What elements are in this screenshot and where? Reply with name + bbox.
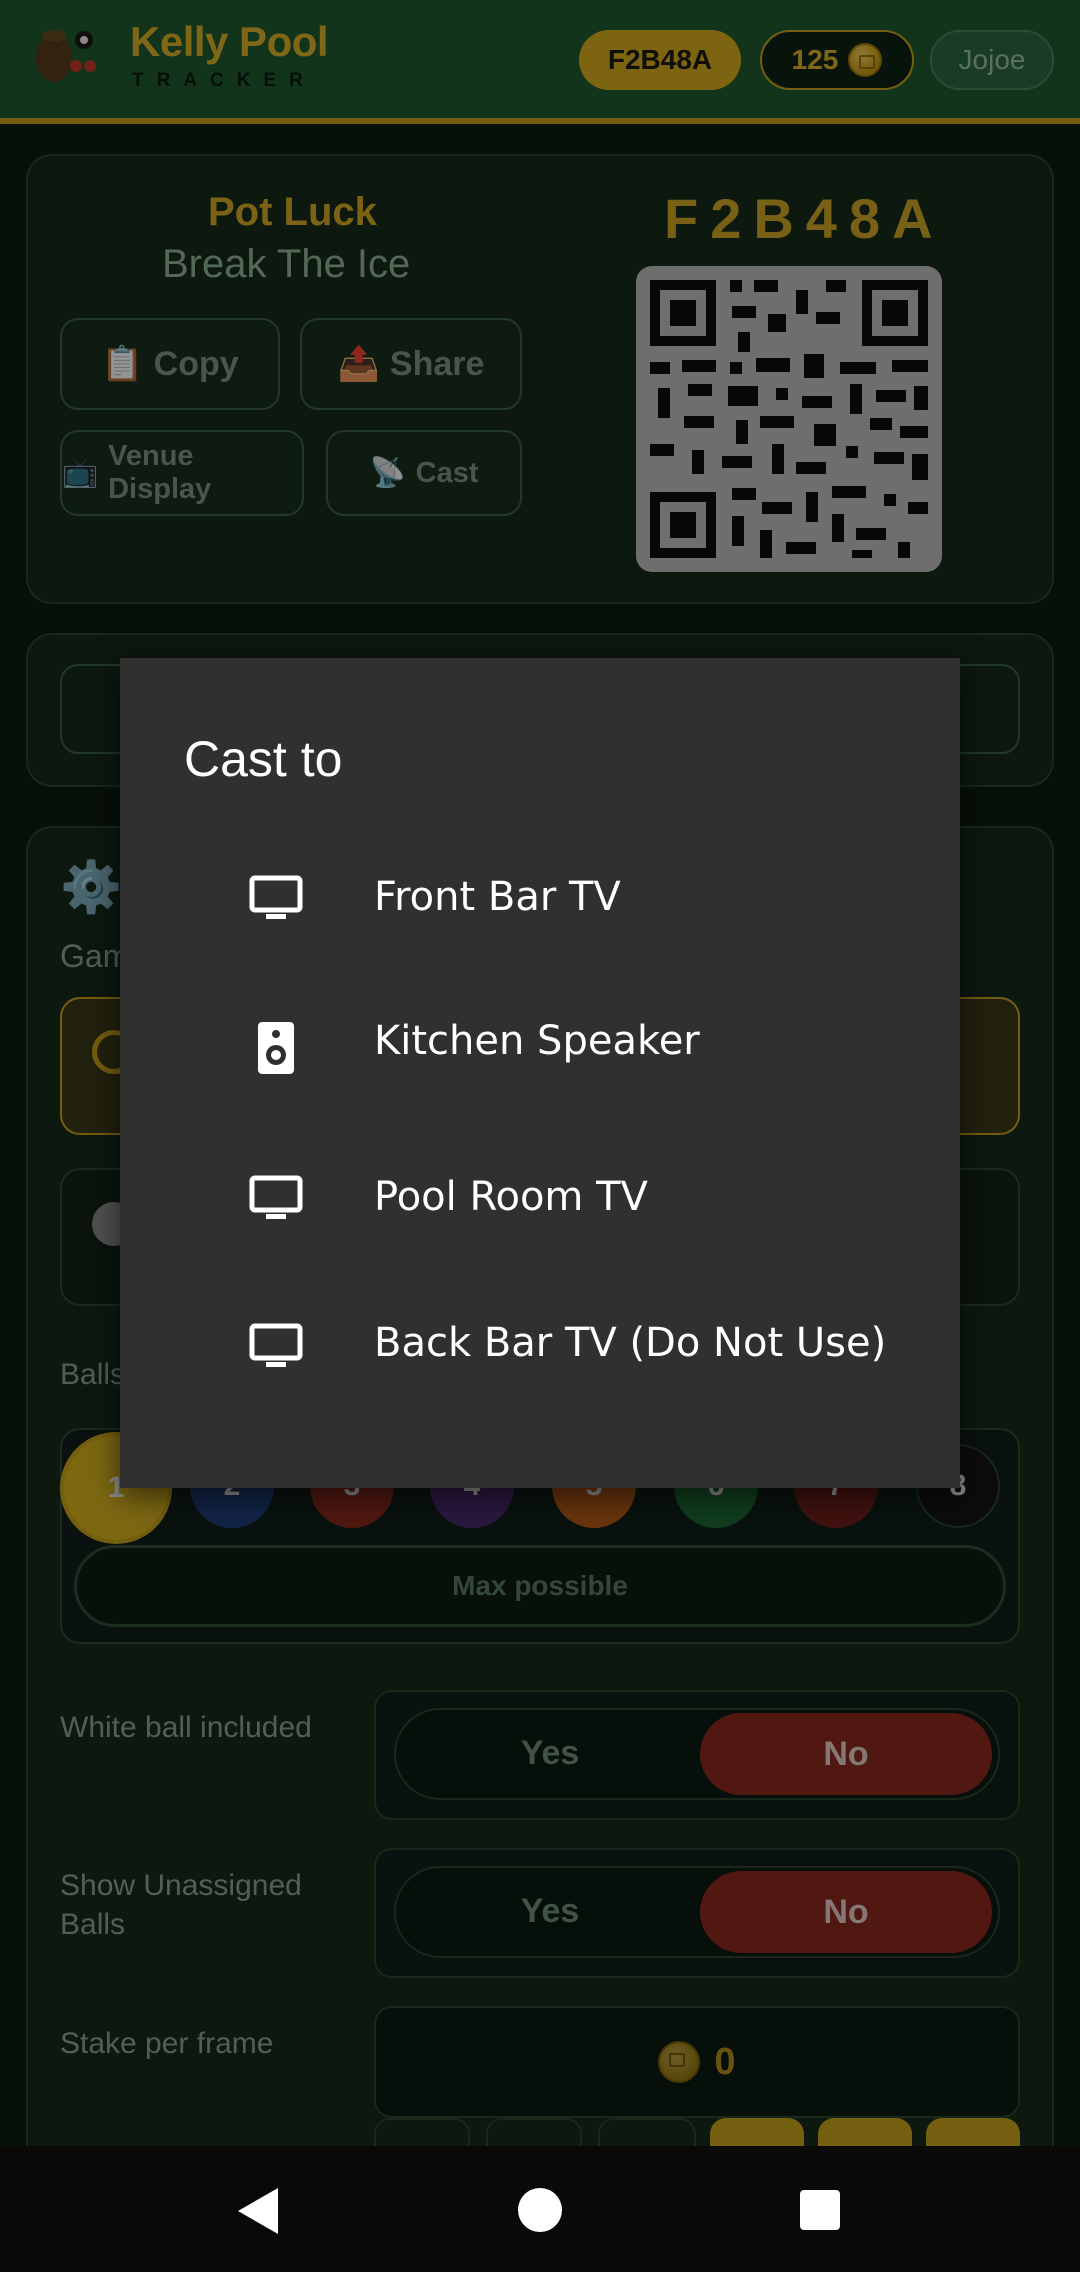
device-label: Pool Room TV [374, 1174, 648, 1220]
tv-icon [249, 875, 303, 919]
recent-apps-icon[interactable] [800, 2190, 840, 2230]
device-label: Front Bar TV [374, 874, 621, 920]
device-label: Kitchen Speaker [374, 1018, 700, 1064]
speaker-icon [258, 1022, 294, 1074]
device-label: Back Bar TV (Do Not Use) [374, 1320, 887, 1366]
cast-device-back-bar-tv[interactable]: Back Bar TV (Do Not Use) [120, 1284, 960, 1404]
home-icon[interactable] [518, 2188, 562, 2232]
cast-dialog-title: Cast to [184, 731, 343, 787]
cast-device-front-bar-tv[interactable]: Front Bar TV [120, 840, 960, 960]
tv-icon [249, 1323, 303, 1367]
tv-icon [249, 1175, 303, 1219]
back-icon[interactable] [234, 2186, 280, 2236]
cast-device-kitchen-speaker[interactable]: Kitchen Speaker [120, 984, 960, 1104]
cast-device-pool-room-tv[interactable]: Pool Room TV [120, 1138, 960, 1258]
